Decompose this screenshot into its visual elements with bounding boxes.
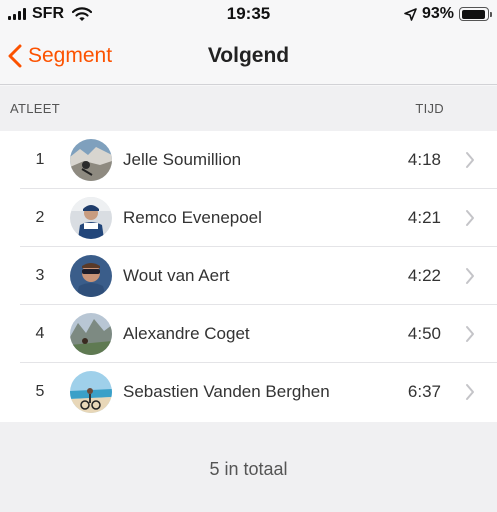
avatar [70,313,112,355]
battery-fill [461,9,485,19]
column-header-time: TIJD [415,101,444,116]
avatar [70,371,112,413]
column-header-athlete: ATLEET [10,101,60,116]
chevron-right-icon [466,210,474,226]
chevron-right-icon [466,152,474,168]
row-rank: 1 [35,151,45,168]
leaderboard-list: 1 Jelle Soumillion 4:18 2 Remco Evenepoe… [0,131,497,422]
chevron-right-icon [466,268,474,284]
athlete-name: Remco Evenepoel [123,208,262,227]
leaderboard-row[interactable]: 1 Jelle Soumillion 4:18 [0,131,497,189]
athlete-time: 4:18 [407,150,441,169]
athlete-name: Wout van Aert [123,266,230,285]
battery-percent: 93% [421,5,454,22]
row-rank: 3 [35,267,45,284]
athlete-name: Sebastien Vanden Berghen [123,382,330,401]
status-right: 93% [404,4,492,24]
leaderboard-row[interactable]: 5 Sebastien Vanden Berghen 6:37 [0,363,497,421]
avatar [70,197,112,239]
chevron-right-icon [466,326,474,342]
athlete-name: Jelle Soumillion [123,150,242,169]
leaderboard-row[interactable]: 2 Remco Evenepoel 4:21 [0,189,497,247]
avatar [70,255,112,297]
total-count: 5 in totaal [209,459,288,479]
status-bar: SFR 19:35 93% [0,0,497,30]
athlete-time: 4:21 [407,208,441,227]
leaderboard-row[interactable]: 4 Alexandre Coget 4:50 [0,305,497,363]
avatar [70,139,112,181]
list-footer: 5 in totaal [0,422,497,512]
battery-icon [459,7,492,21]
athlete-time: 4:50 [407,324,441,343]
athlete-time: 6:37 [407,382,441,401]
row-rank: 5 [35,383,45,400]
athlete-name: Alexandre Coget [123,324,250,343]
navigation-bar: Segment Volgend [0,30,497,85]
row-rank: 4 [35,325,45,342]
location-arrow-icon [404,7,417,21]
chevron-right-icon [466,384,474,400]
column-header: ATLEET TIJD [0,86,497,131]
row-rank: 2 [35,209,45,226]
page-title: Volgend [207,44,290,67]
leaderboard-row[interactable]: 3 Wout van Aert 4:22 [0,247,497,305]
athlete-time: 4:22 [407,266,441,285]
